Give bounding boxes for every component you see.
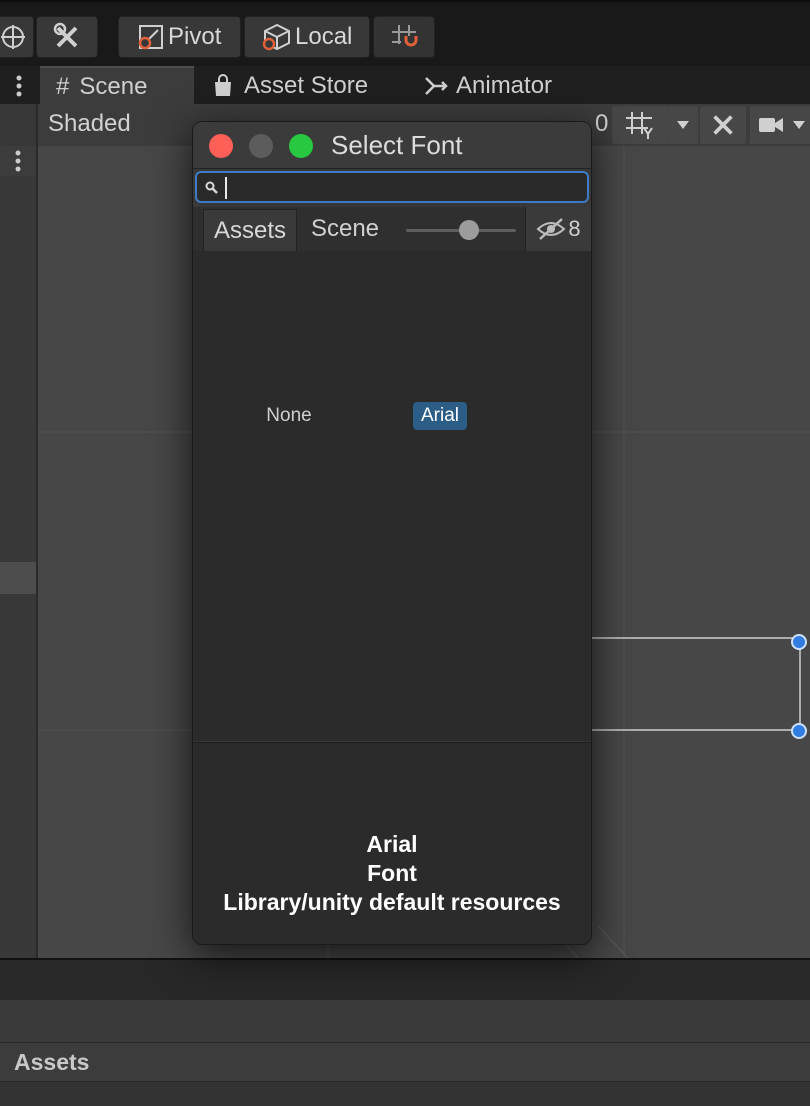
global-transform-button[interactable] — [0, 16, 34, 58]
font-object-grid: None Arial — [193, 251, 591, 741]
grid-icon — [626, 112, 653, 139]
hidden-packages-toggle[interactable]: 8 — [525, 207, 591, 251]
rect-handle-bottom-right[interactable] — [791, 723, 807, 739]
draw-mode-label: Shaded — [48, 110, 131, 137]
tab-scene-objects-label: Scene — [310, 215, 380, 242]
gizmo-tools-button[interactable] — [700, 106, 746, 144]
tab-scene-objects[interactable]: Scene — [297, 209, 393, 249]
grid-visibility-button[interactable] — [612, 106, 668, 144]
preview-asset-name: Arial — [366, 831, 418, 857]
tools-icon — [713, 115, 733, 135]
dialog-title: Select Font — [331, 130, 463, 160]
project-window-toolbar — [0, 1000, 810, 1042]
local-toggle[interactable]: Local — [244, 16, 370, 58]
main-toolbar: Pivot Local — [0, 0, 810, 66]
object-item-none-label: None — [266, 405, 312, 426]
object-item-none[interactable]: None — [257, 403, 321, 429]
tools-button[interactable] — [36, 16, 98, 58]
kebab-menu-icon[interactable] — [0, 66, 38, 106]
scene-tab-bar: # Scene Asset Store Animator — [0, 66, 810, 106]
local-cube-icon — [262, 23, 290, 51]
camera-icon — [759, 118, 783, 132]
chevron-down-icon — [793, 121, 805, 129]
preview-asset-path: Library/unity default resources — [223, 889, 561, 915]
tab-animator-label: Animator — [456, 72, 553, 99]
minimize-window-button[interactable] — [249, 134, 273, 158]
pivot-label: Pivot — [168, 23, 222, 50]
tab-scene-label: Scene — [79, 73, 148, 100]
close-window-button[interactable] — [209, 134, 233, 158]
snap-button[interactable] — [373, 16, 435, 58]
tab-assets[interactable]: Assets — [203, 209, 297, 251]
text-caret — [225, 177, 227, 199]
maximize-window-button[interactable] — [289, 134, 313, 158]
tab-asset-store[interactable]: Asset Store — [212, 66, 402, 106]
tab-asset-store-label: Asset Store — [244, 72, 369, 99]
tools-icon — [53, 22, 78, 48]
object-preview-panel: Arial Font Library/unity default resourc… — [193, 742, 591, 944]
tab-assets-label: Assets — [213, 216, 287, 244]
object-source-tabs: Assets Scene 8 — [193, 207, 591, 252]
dialog-titlebar[interactable]: Select Font — [193, 122, 591, 169]
local-label: Local — [295, 23, 353, 50]
eye-slash-icon — [536, 218, 566, 240]
search-input[interactable] — [223, 175, 583, 199]
hierarchy-row-selected[interactable] — [0, 562, 36, 594]
kebab-menu-icon[interactable] — [0, 146, 36, 176]
pivot-icon — [138, 25, 163, 50]
tab-scene[interactable]: # Scene — [40, 66, 194, 106]
object-item-arial-label: Arial — [420, 405, 459, 426]
project-content-area — [0, 1082, 810, 1106]
search-field[interactable] — [195, 171, 589, 203]
animator-icon — [425, 77, 448, 95]
hierarchy-panel-edge — [0, 104, 38, 958]
hidden-packages-count: 8 — [568, 216, 581, 241]
hidden-count-label: 0 — [595, 110, 609, 137]
search-icon — [205, 181, 218, 194]
draw-mode-dropdown[interactable]: Shaded — [48, 110, 131, 138]
assets-breadcrumb-label[interactable]: Assets — [14, 1049, 89, 1076]
pivot-toggle[interactable]: Pivot — [118, 16, 241, 58]
tab-animator[interactable]: Animator — [424, 66, 594, 106]
grid-options-dropdown[interactable] — [668, 106, 698, 144]
preview-asset-type: Font — [367, 860, 417, 886]
project-breadcrumb: Assets — [0, 1042, 810, 1082]
camera-settings-button[interactable] — [750, 106, 810, 144]
transform-gizmo-icon — [1, 25, 25, 49]
object-item-arial[interactable]: Arial — [413, 402, 467, 430]
rect-handle-top-right[interactable] — [791, 634, 807, 650]
project-window-tabbar — [0, 958, 810, 1000]
preview-size-slider-thumb[interactable] — [459, 220, 479, 240]
hash-icon: # — [56, 73, 70, 100]
chevron-down-icon — [677, 121, 689, 129]
grid-snap-icon — [392, 25, 418, 47]
select-font-dialog: Select Font Assets Scene 8 None Arial Ar… — [192, 121, 592, 945]
shopping-bag-icon — [215, 74, 231, 96]
